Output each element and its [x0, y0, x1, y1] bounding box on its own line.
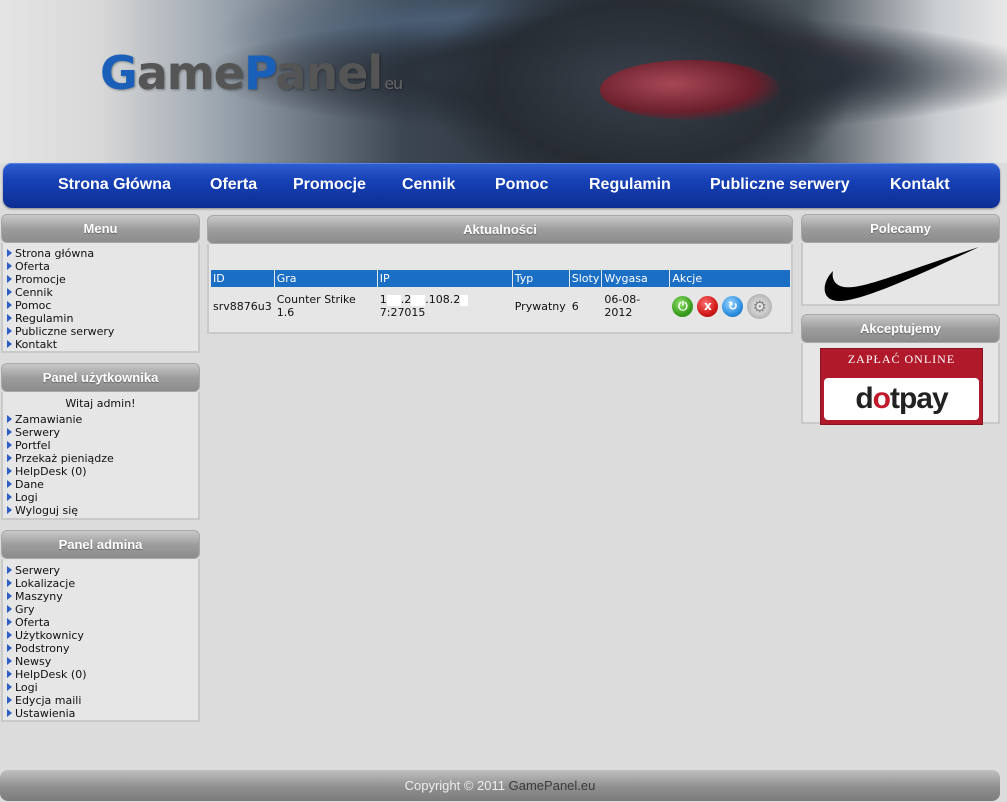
nav-cennik[interactable]: Cennik: [402, 176, 455, 194]
user-panel-title: Panel użytkownika: [1, 363, 200, 392]
admin-item-oferta[interactable]: Oferta: [7, 616, 198, 629]
menu-item-pomoc[interactable]: Pomoc: [7, 299, 198, 312]
table-header-row: ID Gra IP Typ Sloty Wygasa Akcje: [211, 270, 791, 287]
nav-pomoc[interactable]: Pomoc: [495, 176, 548, 194]
admin-item-podstrony[interactable]: Podstrony: [7, 642, 198, 655]
nav-oferta[interactable]: Oferta: [210, 176, 257, 194]
user-links: Zamawianie Serwery Portfel Przekaż pieni…: [3, 413, 198, 521]
welcome-text: Witaj admin!: [65, 397, 136, 410]
footer-copyright: Copyright © 2011: [404, 778, 506, 793]
admin-item-lokalizacje[interactable]: Lokalizacje: [7, 577, 198, 590]
menu-item-strona-glowna[interactable]: Strona główna: [7, 247, 198, 260]
accept-panel: Akceptujemy: [801, 314, 1000, 343]
menu-item-kontakt[interactable]: Kontakt: [7, 338, 198, 351]
admin-item-newsy[interactable]: Newsy: [7, 655, 198, 668]
menu-item-promocje[interactable]: Promocje: [7, 273, 198, 286]
cell-ip: 1.2.108.27:27015: [378, 287, 512, 325]
dotpay-brand: dotpay: [824, 378, 979, 420]
restart-icon[interactable]: ↻: [722, 295, 744, 317]
admin-item-edycja-maili[interactable]: Edycja maili: [7, 694, 198, 707]
dotpay-top-text: ZAPŁAĆ ONLINE: [847, 352, 956, 366]
main-nav: Strona Główna Oferta Promocje Cennik Pom…: [3, 163, 1000, 208]
cell-game: Counter Strike 1.6: [276, 293, 356, 319]
col-id: ID: [211, 270, 274, 287]
dotpay-logo[interactable]: ZAPŁAĆ ONLINE dotpay: [820, 348, 983, 425]
nike-swoosh-icon[interactable]: [803, 243, 998, 304]
user-item-dane[interactable]: Dane: [7, 478, 198, 491]
admin-item-helpdesk[interactable]: HelpDesk (0): [7, 668, 198, 681]
footer: Copyright © 2011 GamePanel.eu: [0, 770, 1000, 801]
cell-id: srv8876u3: [213, 299, 272, 313]
table-row: srv8876u3 Counter Strike 1.6 1.2.108.27:…: [211, 287, 790, 325]
power-icon[interactable]: ⏻: [672, 295, 694, 317]
user-item-zamawianie[interactable]: Zamawianie: [7, 413, 198, 426]
user-item-przekaz[interactable]: Przekaż pieniądze: [7, 452, 198, 465]
settings-icon[interactable]: ⚙: [747, 293, 773, 319]
header-banner: GamePanel eu: [0, 0, 1007, 163]
admin-item-maszyny[interactable]: Maszyny: [7, 590, 198, 603]
servers-table: ID Gra IP Typ Sloty Wygasa Akcje srv8876…: [210, 270, 791, 325]
admin-panel: Panel admina: [1, 530, 200, 559]
nav-regulamin[interactable]: Regulamin: [589, 176, 671, 194]
news-title: Aktualności: [207, 215, 793, 244]
admin-item-gry[interactable]: Gry: [7, 603, 198, 616]
menu-item-publiczne-serwery[interactable]: Publiczne serwery: [7, 325, 198, 338]
cell-expires: 06-08-2012: [604, 293, 641, 319]
stop-icon[interactable]: x: [697, 295, 719, 317]
admin-panel-title: Panel admina: [1, 530, 200, 559]
admin-item-ustawienia[interactable]: Ustawienia: [7, 707, 198, 720]
redacted-block: [460, 294, 469, 306]
redacted-block: [386, 294, 401, 306]
menu-title: Menu: [1, 214, 200, 243]
accept-title: Akceptujemy: [801, 314, 1000, 343]
footer-brand-link[interactable]: GamePanel.eu: [509, 778, 596, 793]
user-panel: Panel użytkownika: [1, 363, 200, 392]
user-item-serwery[interactable]: Serwery: [7, 426, 198, 439]
menu-item-oferta[interactable]: Oferta: [7, 260, 198, 273]
nav-publiczne-serwery[interactable]: Publiczne serwery: [710, 176, 850, 194]
news-panel: Aktualności: [207, 215, 793, 244]
redacted-block: [411, 294, 426, 306]
admin-item-logi[interactable]: Logi: [7, 681, 198, 694]
user-item-helpdesk[interactable]: HelpDesk (0): [7, 465, 198, 478]
nav-kontakt[interactable]: Kontakt: [890, 176, 950, 194]
col-wygasa: Wygasa: [602, 270, 670, 287]
user-item-logi[interactable]: Logi: [7, 491, 198, 504]
user-panel-box: Witaj admin! Zamawianie Serwery Portfel …: [1, 392, 200, 520]
admin-links: Serwery Lokalizacje Maszyny Gry Oferta U…: [3, 559, 198, 724]
nav-strona-glowna[interactable]: Strona Główna: [58, 176, 171, 194]
cell-actions: ⏻ x ↻ ⚙: [670, 287, 790, 325]
site-logo[interactable]: GamePanel eu: [100, 46, 403, 100]
col-sloty: Sloty: [569, 270, 602, 287]
banner-visor-art: [600, 60, 780, 120]
col-typ: Typ: [512, 270, 569, 287]
admin-panel-box: Serwery Lokalizacje Maszyny Gry Oferta U…: [1, 559, 200, 722]
nav-promocje[interactable]: Promocje: [293, 176, 366, 194]
user-item-wyloguj[interactable]: Wyloguj się: [7, 504, 198, 517]
recommend-title: Polecamy: [801, 214, 1000, 243]
admin-item-uzytkownicy[interactable]: Użytkownicy: [7, 629, 198, 642]
col-ip: IP: [377, 270, 512, 287]
menu-item-cennik[interactable]: Cennik: [7, 286, 198, 299]
user-item-portfel[interactable]: Portfel: [7, 439, 198, 452]
menu-links: Strona główna Oferta Promocje Cennik Pom…: [3, 243, 198, 355]
cell-slots: 6: [571, 299, 579, 313]
menu-box: Strona główna Oferta Promocje Cennik Pom…: [1, 243, 200, 353]
recommend-panel: Polecamy: [801, 214, 1000, 243]
recommend-box: [801, 243, 1000, 306]
menu-item-regulamin[interactable]: Regulamin: [7, 312, 198, 325]
admin-item-serwery[interactable]: Serwery: [7, 564, 198, 577]
col-akcje: Akcje: [670, 270, 791, 287]
menu-panel: Menu: [1, 214, 200, 243]
col-gra: Gra: [274, 270, 377, 287]
cell-type: Prywatny: [514, 299, 566, 313]
